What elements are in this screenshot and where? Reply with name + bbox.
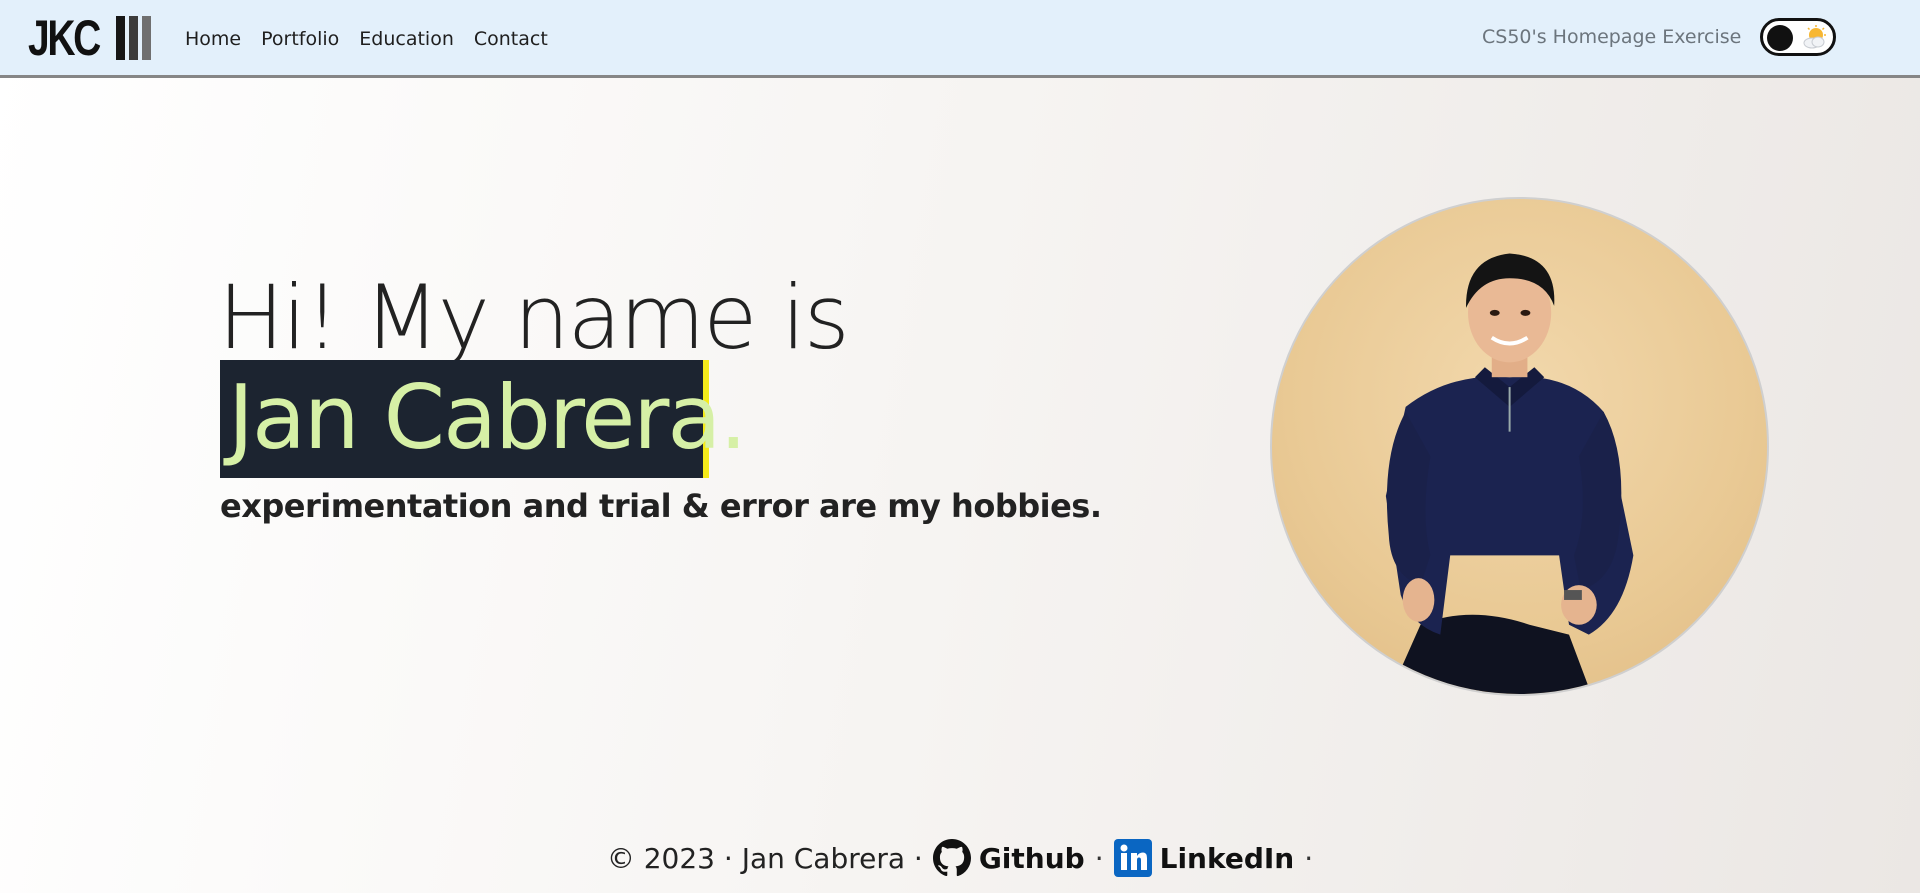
nav-links: Home Portfolio Education Contact	[185, 0, 548, 78]
hero-name: Jan Cabrera.	[228, 366, 747, 469]
footer: © 2023 · Jan Cabrera · Github · LinkedIn…	[0, 832, 1920, 884]
sun-behind-cloud-icon	[1803, 25, 1826, 49]
nav-link-portfolio[interactable]: Portfolio	[261, 28, 339, 50]
linkedin-icon	[1113, 839, 1152, 877]
footer-separator: ·	[1094, 841, 1104, 875]
brand-bars-icon	[116, 16, 151, 60]
footer-trailing-separator: ·	[1304, 841, 1314, 875]
footer-github-label: Github	[978, 841, 1085, 875]
hero-greeting: Hi! My name is	[218, 266, 850, 369]
hero-name-highlight: Jan Cabrera.	[220, 360, 747, 478]
site-subtitle: CS50's Homepage Exercise	[1482, 26, 1742, 48]
navbar: JKC Home Portfolio Education Contact CS5…	[0, 0, 1920, 78]
footer-linkedin-link[interactable]: LinkedIn	[1113, 839, 1295, 877]
github-icon	[932, 839, 971, 877]
brand-logo[interactable]: JKC	[28, 10, 151, 66]
footer-github-link[interactable]: Github	[932, 839, 1085, 877]
nav-link-contact[interactable]: Contact	[474, 28, 548, 50]
profile-photo-illustration	[1385, 253, 1634, 694]
toggle-knob	[1767, 25, 1793, 51]
footer-linkedin-label: LinkedIn	[1159, 841, 1295, 875]
theme-toggle[interactable]	[1760, 18, 1836, 56]
brand-text: JKC	[28, 10, 101, 66]
profile-photo	[1270, 197, 1769, 696]
hero-tagline: experimentation and trial & error are my…	[220, 487, 1102, 525]
nav-link-education[interactable]: Education	[359, 28, 454, 50]
footer-copyright: © 2023 · Jan Cabrera ·	[606, 841, 923, 875]
nav-link-home[interactable]: Home	[185, 28, 241, 50]
